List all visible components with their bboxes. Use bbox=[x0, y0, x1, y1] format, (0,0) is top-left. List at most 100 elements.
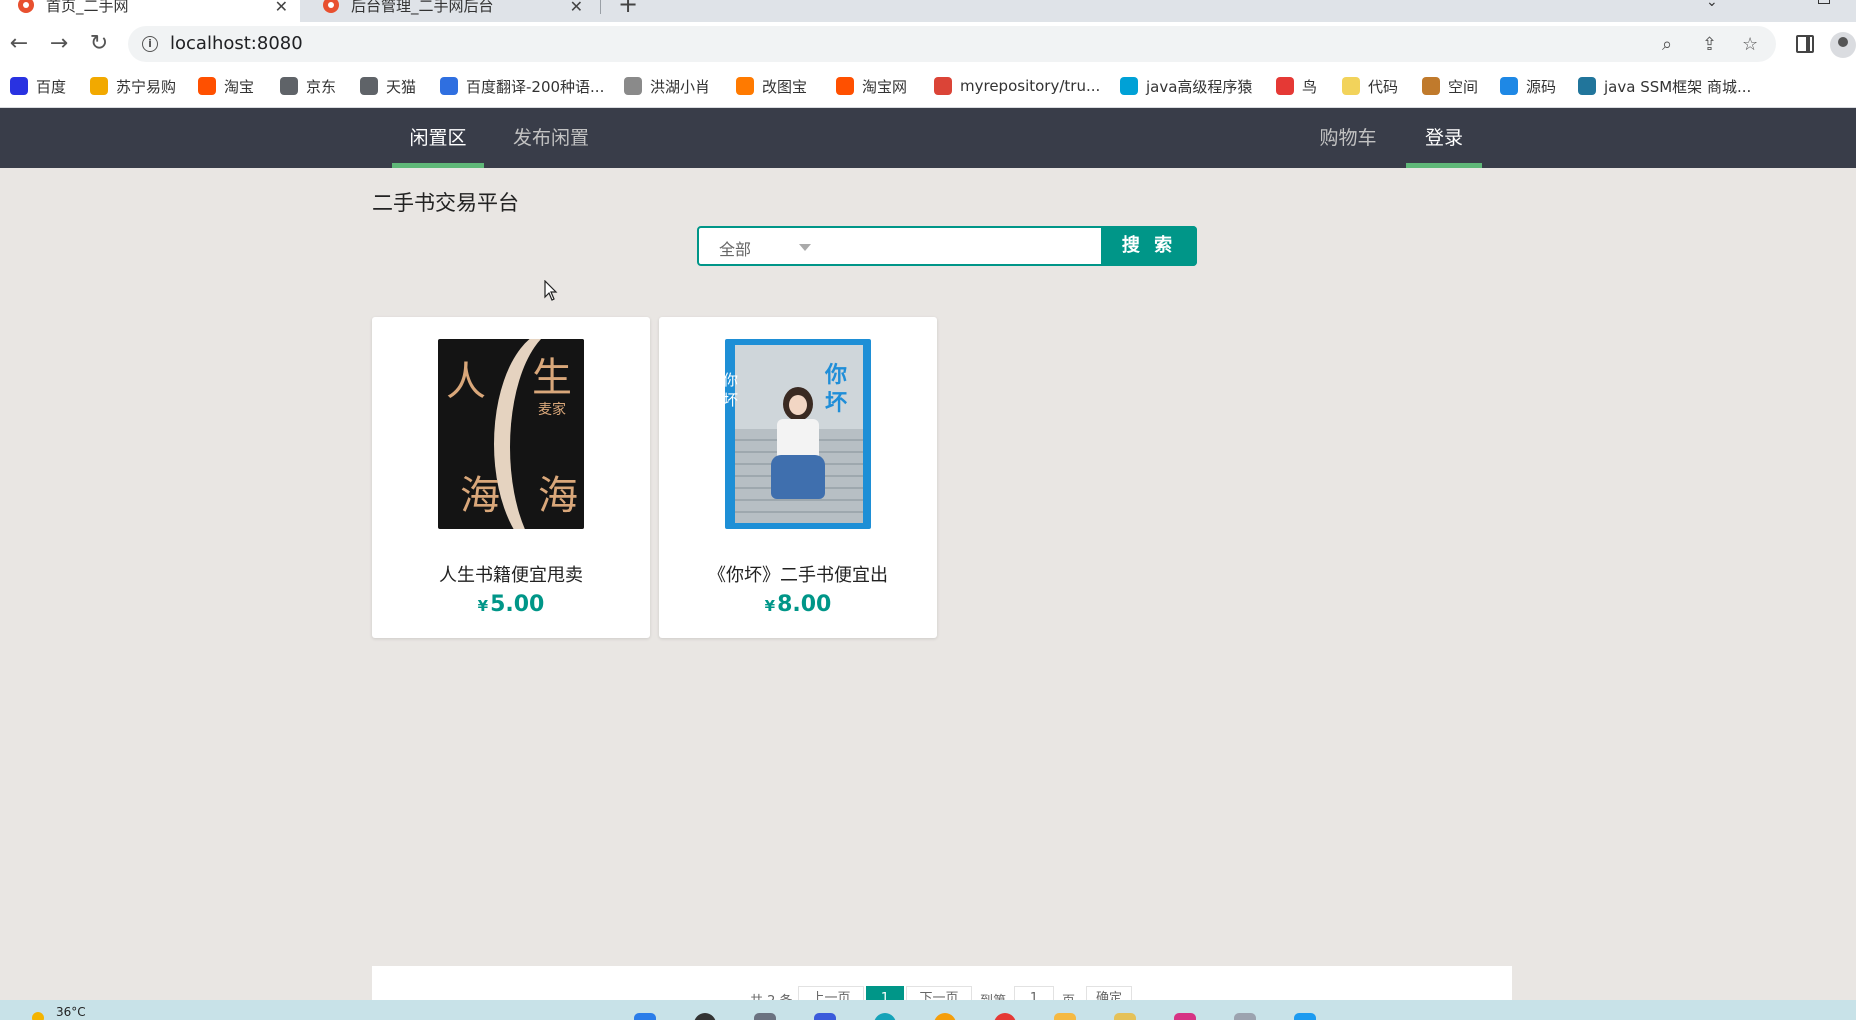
nav-item-idle-zone[interactable]: 闲置区 bbox=[392, 108, 484, 168]
bookmark-item[interactable]: 代码 bbox=[1342, 74, 1398, 98]
nav-item-label: 闲置区 bbox=[409, 127, 467, 149]
cover-char: 生 bbox=[532, 355, 572, 401]
book-cover-image[interactable]: 你 坏 你 坏 bbox=[725, 339, 871, 529]
bookmark-item[interactable]: java SSM框架 商城... bbox=[1578, 74, 1751, 98]
search-icon[interactable] bbox=[694, 1013, 716, 1020]
browser-tab-admin[interactable]: 后台管理_二手网后台 ✕ bbox=[305, 0, 595, 22]
os-taskbar: 36°C bbox=[0, 1000, 1856, 1020]
product-card[interactable]: 你 坏 你 坏 《你坏》二手书便宜出 ¥8.00 bbox=[659, 317, 937, 638]
bookmark-item[interactable]: 洪湖小肖 bbox=[624, 74, 710, 98]
app-icon[interactable] bbox=[814, 1013, 836, 1020]
bookmark-item[interactable]: 淘宝 bbox=[198, 74, 254, 98]
nav-item-publish[interactable]: 发布闲置 bbox=[500, 108, 602, 168]
bookmark-item[interactable]: 源码 bbox=[1500, 74, 1556, 98]
search-button[interactable]: 搜 索 bbox=[1101, 226, 1197, 266]
category-select[interactable]: 全部 bbox=[719, 236, 751, 260]
bookmark-label: 天猫 bbox=[386, 77, 417, 96]
product-card[interactable]: 人 生 海 海 麦家 人生书籍便宜甩卖 ¥5.00 bbox=[372, 317, 650, 638]
bookmark-item[interactable]: 百度翻译-200种语... bbox=[440, 74, 604, 98]
address-bar[interactable]: i localhost:8080 ⌕ ⇪ ☆ bbox=[128, 26, 1776, 62]
bookmark-label: 京东 bbox=[306, 77, 337, 96]
cover-char: 海 bbox=[460, 473, 500, 519]
bookmark-item[interactable]: 苏宁易购 bbox=[90, 74, 176, 98]
site-navbar: 闲置区 发布闲置 购物车 登录 bbox=[0, 108, 1856, 168]
bookmark-item[interactable]: 淘宝网 bbox=[836, 74, 907, 98]
browser-tab-home[interactable]: 首页_二手网 ✕ bbox=[0, 0, 300, 22]
reload-icon[interactable]: ↻ bbox=[86, 31, 112, 57]
side-panel-icon[interactable] bbox=[1796, 35, 1814, 53]
bookmark-item[interactable]: 鸟 bbox=[1276, 74, 1317, 98]
wordpress-icon bbox=[1578, 77, 1596, 95]
chrome-icon[interactable] bbox=[934, 1013, 956, 1020]
folder-icon[interactable] bbox=[1054, 1013, 1076, 1020]
app-icon[interactable] bbox=[1294, 1013, 1316, 1020]
bookmark-label: 改图宝 bbox=[762, 77, 808, 96]
cover-author: 麦家 bbox=[538, 402, 566, 418]
bookmark-item[interactable]: 改图宝 bbox=[736, 74, 807, 98]
tab-close-icon[interactable]: ✕ bbox=[275, 0, 288, 16]
cover-char: 坏 bbox=[825, 390, 848, 416]
translate-icon bbox=[440, 77, 458, 95]
site-favicon-icon bbox=[323, 0, 339, 13]
bookmark-label: 空间 bbox=[1448, 77, 1479, 96]
bookmark-label: 淘宝 bbox=[224, 77, 255, 96]
folder-icon[interactable] bbox=[1114, 1013, 1136, 1020]
nav-item-cart[interactable]: 购物车 bbox=[1302, 108, 1394, 168]
tab-search-icon[interactable]: ⌄ bbox=[1706, 0, 1718, 10]
address-url[interactable]: localhost:8080 bbox=[170, 33, 303, 54]
globe-icon bbox=[360, 77, 378, 95]
zoom-icon[interactable]: ⌕ bbox=[1662, 34, 1672, 55]
new-tab-icon[interactable]: + bbox=[618, 0, 638, 18]
bilibili-icon bbox=[1120, 77, 1138, 95]
bookmark-item[interactable]: myrepository/tru... bbox=[934, 74, 1100, 98]
cover-char: 人 bbox=[446, 359, 486, 405]
nav-active-indicator bbox=[392, 163, 484, 168]
browser-toolbar: ← → ↻ i localhost:8080 ⌕ ⇪ ☆ bbox=[0, 22, 1856, 66]
currency-symbol: ¥ bbox=[764, 597, 776, 615]
moon-icon bbox=[1342, 77, 1360, 95]
task-view-icon[interactable] bbox=[754, 1013, 776, 1020]
profile-avatar-icon[interactable] bbox=[1830, 32, 1856, 58]
price-value: 8.00 bbox=[777, 592, 832, 617]
nav-active-indicator bbox=[1406, 163, 1482, 168]
bookmark-label: java高级程序猿 bbox=[1146, 77, 1253, 96]
app-icon[interactable] bbox=[1234, 1013, 1256, 1020]
cover-photo-girl bbox=[789, 395, 807, 415]
app-icon[interactable] bbox=[1174, 1013, 1196, 1020]
bookmark-label: 代码 bbox=[1368, 77, 1399, 96]
forward-arrow-icon[interactable]: → bbox=[46, 31, 72, 57]
baidu-icon bbox=[10, 77, 28, 95]
chrome-icon bbox=[934, 77, 952, 95]
suning-icon bbox=[90, 77, 108, 95]
windows-start-icon[interactable] bbox=[634, 1013, 656, 1020]
bird-icon bbox=[1276, 77, 1294, 95]
bookmark-label: myrepository/tru... bbox=[960, 77, 1101, 95]
site-info-icon[interactable]: i bbox=[142, 36, 158, 52]
bookmark-item[interactable]: 百度 bbox=[10, 74, 66, 98]
feather-icon bbox=[624, 77, 642, 95]
nav-item-login[interactable]: 登录 bbox=[1406, 108, 1482, 168]
tab-title: 首页_二手网 bbox=[46, 0, 129, 15]
app-icon[interactable] bbox=[994, 1013, 1016, 1020]
tab-close-icon[interactable]: ✕ bbox=[570, 0, 583, 16]
bookmark-label: 淘宝网 bbox=[862, 77, 908, 96]
bookmark-star-icon[interactable]: ☆ bbox=[1742, 34, 1758, 55]
bookmarks-bar: 百度 苏宁易购 淘宝 京东 天猫 百度翻译-200种语... 洪湖小肖 改图宝 淘宝网 myrep… bbox=[0, 66, 1856, 108]
bookmark-item[interactable]: 空间 bbox=[1422, 74, 1478, 98]
bookmark-item[interactable]: 京东 bbox=[280, 74, 336, 98]
gaitubao-icon bbox=[736, 77, 754, 95]
price-value: 5.00 bbox=[490, 592, 545, 617]
chevron-down-icon[interactable] bbox=[799, 244, 811, 251]
globe-icon bbox=[280, 77, 298, 95]
edge-icon[interactable] bbox=[874, 1013, 896, 1020]
product-name[interactable]: 《你坏》二手书便宜出 bbox=[659, 561, 937, 587]
share-icon[interactable]: ⇪ bbox=[1702, 34, 1717, 55]
book-cover-image[interactable]: 人 生 海 海 麦家 bbox=[438, 339, 584, 529]
site-favicon-icon bbox=[18, 0, 34, 13]
taobao-icon bbox=[836, 77, 854, 95]
bookmark-item[interactable]: 天猫 bbox=[360, 74, 416, 98]
window-restore-icon[interactable] bbox=[1818, 0, 1830, 4]
product-name[interactable]: 人生书籍便宜甩卖 bbox=[372, 561, 650, 587]
back-arrow-icon[interactable]: ← bbox=[6, 31, 32, 57]
bookmark-item[interactable]: java高级程序猿 bbox=[1120, 74, 1252, 98]
